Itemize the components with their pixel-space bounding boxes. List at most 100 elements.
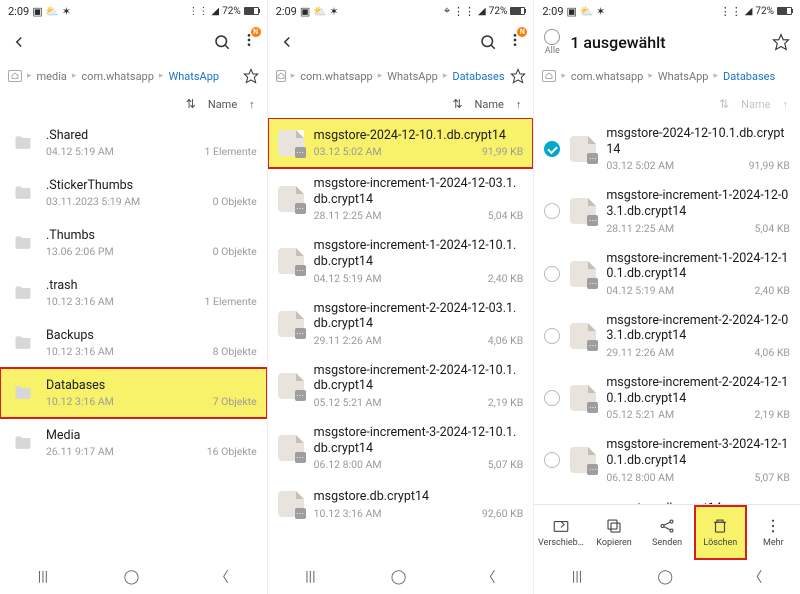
file-row[interactable]: ⋯ msgstore-increment-3-2024-12-10.1.db.c… (268, 417, 534, 479)
home-icon[interactable] (8, 70, 22, 82)
home-icon[interactable] (542, 70, 556, 82)
crumb[interactable]: media (37, 70, 67, 83)
nav-back[interactable]: 〈 (748, 567, 762, 587)
nav-home[interactable]: ◯ (391, 569, 407, 585)
sort-row: ⇅ Name ↑ (534, 90, 800, 118)
select-checkbox[interactable] (544, 390, 560, 406)
menu-button[interactable]: N (241, 31, 257, 53)
nfc-icon: ⋮⋮ (453, 5, 475, 18)
folder-row[interactable]: Databases 10.12 3:16 AM7 Objekte (0, 368, 267, 418)
folder-row[interactable]: .trash 10.12 3:16 AM1 Elemente (0, 268, 267, 318)
action-more[interactable]: Mehr (747, 505, 800, 560)
sort-row[interactable]: ⇅ Name ↑ (268, 90, 534, 118)
item-name: msgstore-increment-2-2024-12-10.1.db.cry… (314, 363, 524, 394)
nav-home[interactable]: ◯ (124, 569, 140, 585)
sort-dir-icon: ↑ (782, 98, 788, 111)
menu-button[interactable]: N (507, 31, 523, 53)
nav-recents[interactable]: ||| (572, 569, 582, 585)
file-icon: ⋯ (278, 435, 304, 461)
select-all-checkbox[interactable] (544, 29, 560, 45)
favorite-button[interactable] (772, 33, 790, 51)
file-row[interactable]: ⋯ msgstore-increment-1-2024-12-10.1.db.c… (534, 243, 800, 305)
item-name: msgstore-increment-3-2024-12-10.1.db.cry… (314, 425, 524, 456)
favorite-button[interactable] (243, 68, 259, 84)
select-checkbox[interactable] (544, 452, 560, 468)
crumb-current[interactable]: WhatsApp (168, 70, 219, 83)
sort-label[interactable]: Name (208, 98, 237, 111)
nav-recents[interactable]: ||| (305, 569, 315, 585)
file-icon: ⋯ (570, 323, 596, 349)
item-info: 16 Objekte (207, 445, 257, 458)
crumb[interactable]: com.whatsapp (81, 70, 154, 83)
nav-back[interactable]: 〈 (482, 567, 496, 587)
folder-list[interactable]: .Shared 04.12 5:19 AM1 Elemente .Sticker… (0, 118, 267, 560)
wifi-icon: ◢ (745, 6, 753, 17)
breadcrumb[interactable]: ▸com.whatsapp ▸WhatsApp ▸Databases (534, 62, 800, 90)
crumb[interactable]: WhatsApp (387, 70, 438, 83)
nav-back[interactable]: 〈 (215, 567, 229, 587)
folder-row[interactable]: Media 26.11 9:17 AM16 Objekte (0, 418, 267, 468)
file-row[interactable]: ⋯ msgstore-2024-12-10.1.db.crypt14 03.12… (268, 118, 534, 168)
select-checkbox[interactable] (544, 203, 560, 219)
file-row[interactable]: ⋯ msgstore-increment-1-2024-12-10.1.db.c… (268, 230, 534, 292)
item-date: 28.11 2:25 AM (606, 222, 674, 235)
battery-pct: 72% (222, 6, 241, 17)
home-icon[interactable] (276, 70, 286, 82)
folder-row[interactable]: Backups 10.12 3:16 AM8 Objekte (0, 318, 267, 368)
file-row[interactable]: ⋯ msgstore-increment-1-2024-12-03.1.db.c… (534, 180, 800, 242)
breadcrumb[interactable]: ▸com.whatsapp ▸WhatsApp ▸Databases (268, 62, 534, 90)
file-list[interactable]: ⋯ msgstore-2024-12-10.1.db.crypt14 03.12… (268, 118, 534, 560)
file-icon: ⋯ (570, 198, 596, 224)
file-row[interactable]: ⋯ msgstore-increment-2-2024-12-03.1.db.c… (268, 293, 534, 355)
select-checkbox[interactable] (544, 328, 560, 344)
file-row[interactable]: ⋯ msgstore.db.crypt14 10.12 3:16 AM92,60… (268, 479, 534, 529)
select-checkbox[interactable] (544, 141, 560, 157)
breadcrumb[interactable]: ▸media ▸com.whatsapp ▸WhatsApp (0, 62, 267, 90)
file-row[interactable]: ⋯ msgstore-increment-3-2024-12-10.1.db.c… (534, 429, 800, 491)
item-date: 26.11 9:17 AM (46, 445, 114, 458)
file-row[interactable]: ⋯ msgstore-increment-1-2024-12-03.1.db.c… (268, 168, 534, 230)
sort-row[interactable]: ⇅ Name ↑ (0, 90, 267, 118)
file-row[interactable]: ⋯ msgstore-2024-12-10.1.db.crypt14 03.12… (534, 118, 800, 180)
folder-row[interactable]: .StickerThumbs 03.11.2023 5:19 AM0 Objek… (0, 168, 267, 218)
status-bar: 2:09▣ ⛅ ✶ ⌖⋮⋮◢72% (268, 0, 534, 22)
sort-icon[interactable]: ⇅ (186, 97, 196, 111)
nav-recents[interactable]: ||| (38, 569, 48, 585)
toolbar: Alle 1 ausgewählt (534, 22, 800, 62)
sort-label[interactable]: Name (475, 98, 504, 111)
search-button[interactable] (479, 33, 497, 51)
favorite-button[interactable] (510, 68, 526, 84)
nav-home[interactable]: ◯ (657, 569, 673, 585)
item-date: 28.11 2:25 AM (314, 209, 382, 222)
crumb[interactable]: com.whatsapp (571, 70, 644, 83)
crumb[interactable]: WhatsApp (658, 70, 709, 83)
item-name: msgstore-increment-3-2024-12-10.1.db.cry… (606, 437, 790, 468)
sort-dir-icon[interactable]: ↑ (249, 98, 255, 111)
file-row[interactable]: ⋯ msgstore.db.crypt14 10.12 3:16 AM92,60… (534, 492, 800, 505)
search-button[interactable] (213, 33, 231, 51)
item-date: 04.12 5:19 AM (46, 145, 114, 158)
item-info: 91,99 KB (482, 145, 523, 158)
file-icon: ⋯ (570, 447, 596, 473)
folder-row[interactable]: .Shared 04.12 5:19 AM1 Elemente (0, 118, 267, 168)
item-name: .StickerThumbs (46, 178, 257, 194)
action-copy[interactable]: Kopieren (587, 505, 640, 560)
back-button[interactable] (10, 33, 28, 51)
crumb-current[interactable]: Databases (452, 70, 504, 83)
file-row[interactable]: ⋯ msgstore-increment-2-2024-12-10.1.db.c… (534, 367, 800, 429)
file-list[interactable]: ⋯ msgstore-2024-12-10.1.db.crypt14 03.12… (534, 118, 800, 504)
crumb-current[interactable]: Databases (723, 70, 775, 83)
file-row[interactable]: ⋯ msgstore-increment-2-2024-12-03.1.db.c… (534, 305, 800, 367)
crumb[interactable]: com.whatsapp (300, 70, 373, 83)
sort-dir-icon[interactable]: ↑ (516, 98, 522, 111)
select-checkbox[interactable] (544, 266, 560, 282)
folder-icon (10, 130, 36, 156)
action-move[interactable]: Verschieb… (534, 505, 587, 560)
file-row[interactable]: ⋯ msgstore-increment-2-2024-12-10.1.db.c… (268, 355, 534, 417)
folder-icon (10, 180, 36, 206)
action-send[interactable]: Senden (641, 505, 694, 560)
folder-row[interactable]: .Thumbs 13.06 2:06 PM0 Objekte (0, 218, 267, 268)
sort-icon[interactable]: ⇅ (452, 97, 462, 111)
back-button[interactable] (278, 33, 296, 51)
action-delete[interactable]: Löschen (694, 505, 747, 560)
